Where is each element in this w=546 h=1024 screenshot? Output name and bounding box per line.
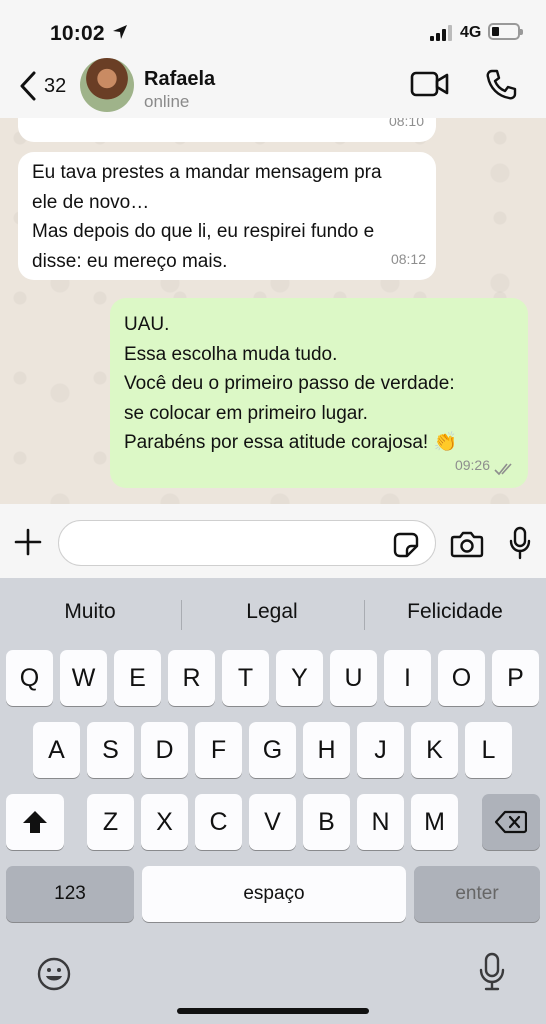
suggestion-item[interactable]: Muito: [20, 600, 160, 624]
contact-name[interactable]: Rafaela: [144, 68, 215, 91]
status-bar: 10:02 4G: [0, 0, 546, 58]
key-v[interactable]: V: [249, 794, 296, 850]
message-time: 08:10: [388, 118, 424, 129]
status-time: 10:02: [50, 22, 105, 45]
network-type: 4G: [460, 24, 482, 41]
key-n[interactable]: N: [357, 794, 404, 850]
shift-icon: [23, 811, 47, 833]
chat-area: 08:10 Eu tava prestes a mandar mensagem …: [0, 118, 546, 504]
key-o[interactable]: O: [438, 650, 485, 706]
location-arrow-icon: [113, 25, 127, 39]
emoji-icon[interactable]: [36, 956, 72, 992]
predictive-bar: Muito Legal Felicidade: [0, 578, 546, 648]
key-m[interactable]: M: [411, 794, 458, 850]
key-r[interactable]: R: [168, 650, 215, 706]
video-call-icon[interactable]: [410, 70, 450, 98]
key-y[interactable]: Y: [276, 650, 323, 706]
key-h[interactable]: H: [303, 722, 350, 778]
key-j[interactable]: J: [357, 722, 404, 778]
key-x[interactable]: X: [141, 794, 188, 850]
key-q[interactable]: Q: [6, 650, 53, 706]
key-u[interactable]: U: [330, 650, 377, 706]
key-f[interactable]: F: [195, 722, 242, 778]
home-indicator: [177, 1008, 369, 1014]
key-w[interactable]: W: [60, 650, 107, 706]
message-input-bar: [0, 504, 546, 578]
message-bubble-incoming[interactable]: 08:10: [18, 118, 436, 142]
enter-key[interactable]: enter: [414, 866, 540, 922]
key-i[interactable]: I: [384, 650, 431, 706]
message-bubble-incoming[interactable]: Eu tava prestes a mandar mensagem pra el…: [18, 152, 436, 280]
message-line: Essa escolha muda tudo.: [124, 343, 338, 365]
sticker-icon[interactable]: [392, 531, 420, 559]
key-b[interactable]: B: [303, 794, 350, 850]
unread-count: 32: [44, 74, 67, 97]
camera-icon[interactable]: [450, 530, 484, 558]
keyboard: Muito Legal Felicidade Q W E R T Y U I O…: [0, 578, 546, 1024]
signal-bars-icon: [430, 25, 456, 41]
key-z[interactable]: Z: [87, 794, 134, 850]
numbers-key[interactable]: 123: [6, 866, 134, 922]
avatar[interactable]: [80, 58, 134, 112]
key-g[interactable]: G: [249, 722, 296, 778]
message-time: 09:26: [454, 456, 490, 473]
message-line: Eu tava prestes a mandar mensagem pra: [32, 162, 382, 183]
key-c[interactable]: C: [195, 794, 242, 850]
contact-status: online: [144, 92, 190, 111]
key-a[interactable]: A: [33, 722, 80, 778]
battery-icon: [488, 23, 523, 40]
plus-icon[interactable]: [14, 528, 42, 556]
key-s[interactable]: S: [87, 722, 134, 778]
back-button[interactable]: 32: [18, 66, 66, 106]
suggestion-item[interactable]: Felicidade: [384, 600, 526, 624]
microphone-icon[interactable]: [508, 526, 532, 560]
message-line: Mas depois do que li, eu respirei fundo …: [32, 221, 375, 242]
double-check-icon: [494, 463, 512, 476]
phone-call-icon[interactable]: [484, 68, 518, 102]
message-line: se colocar em primeiro lugar.: [124, 402, 368, 424]
dictation-mic-icon[interactable]: [478, 952, 506, 992]
message-line: UAU.: [124, 314, 170, 335]
key-t[interactable]: T: [222, 650, 269, 706]
backspace-key[interactable]: [482, 794, 540, 850]
chat-header: 32 Rafaela online: [0, 58, 546, 118]
key-d[interactable]: D: [141, 722, 188, 778]
suggestion-item[interactable]: Legal: [202, 600, 342, 624]
key-p[interactable]: P: [492, 650, 539, 706]
shift-key[interactable]: [6, 794, 64, 850]
key-l[interactable]: L: [465, 722, 512, 778]
message-line: Você deu o primeiro passo de verdade:: [124, 373, 455, 394]
space-key[interactable]: espaço: [142, 866, 406, 922]
suggestion-divider: [364, 600, 365, 630]
chevron-left-icon: [20, 71, 36, 101]
message-line: disse: eu mereço mais.: [32, 250, 228, 272]
suggestion-divider: [181, 600, 182, 630]
message-input[interactable]: [58, 520, 436, 566]
message-time: 08:12: [390, 250, 426, 267]
key-e[interactable]: E: [114, 650, 161, 706]
backspace-icon: [495, 810, 527, 834]
message-line: ele de novo…: [32, 191, 150, 213]
key-k[interactable]: K: [411, 722, 458, 778]
message-bubble-outgoing[interactable]: UAU. Essa escolha muda tudo. Você deu o …: [110, 298, 528, 488]
